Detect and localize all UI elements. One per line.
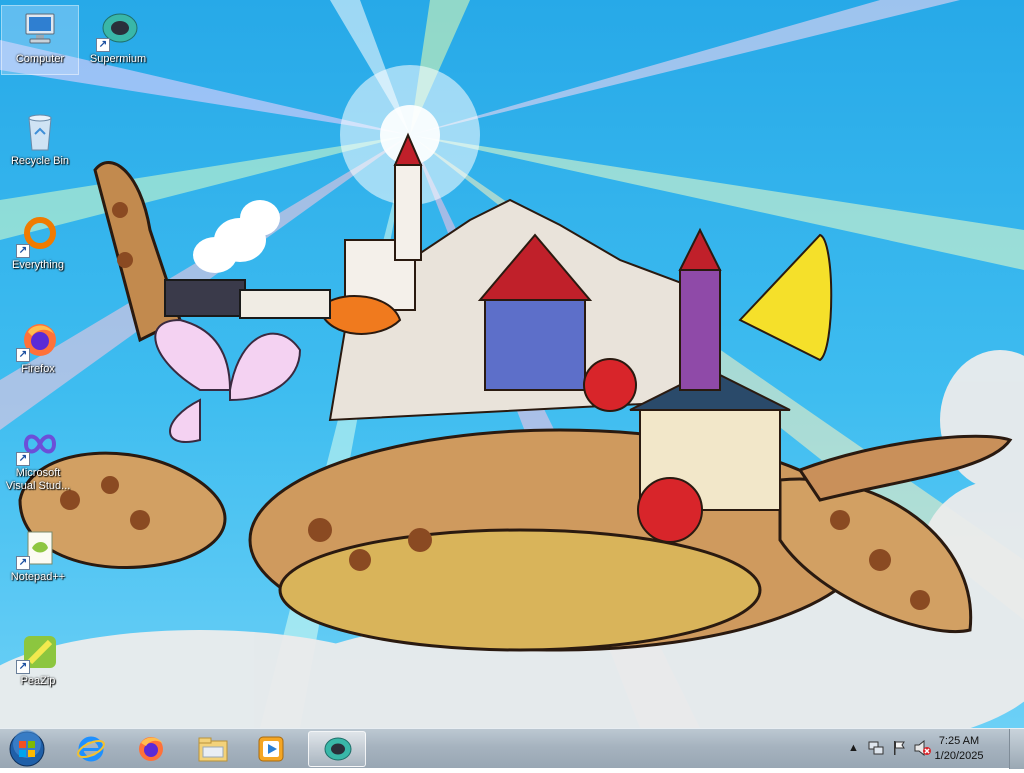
desktop-icon-firefox[interactable]: ↗ Firefox [0, 316, 76, 376]
clock-time: 7:25 AM [938, 735, 980, 747]
taskbar-media-player[interactable] [244, 731, 298, 767]
desktop-icon-label: Notepad++ [10, 571, 66, 583]
desktop-icon-visual-studio[interactable]: ↗ Microsoft Visual Stud... [0, 420, 76, 493]
desktop-icon-recycle-bin[interactable]: Recycle Bin [2, 108, 78, 168]
clock[interactable]: 7:25 AM 1/20/2025 [924, 734, 994, 764]
notification-area: ▲ 7:25 AM 1/20/2025 [834, 729, 1024, 769]
desktop-icon-everything[interactable]: ↗ Everything [0, 212, 76, 272]
recycle-bin-icon [20, 112, 60, 152]
taskbar-firefox[interactable] [124, 731, 178, 767]
shortcut-arrow-icon: ↗ [16, 556, 30, 570]
supermium-icon [324, 737, 352, 761]
desktop-icon-label: PeaZip [20, 675, 56, 687]
shortcut-arrow-icon: ↗ [96, 38, 110, 52]
show-hidden-icon[interactable]: ▲ [848, 742, 859, 754]
desktop-icon-label: Recycle Bin [10, 155, 70, 167]
desktop-wallpaper [0, 0, 1024, 728]
visual-studio-icon: ↗ [16, 424, 58, 466]
desktop-icon-label: Microsoft Visual Stud... [5, 467, 71, 492]
action-center-flag-icon[interactable] [892, 740, 906, 759]
desktop-icon-supermium[interactable]: ↗ Supermium [80, 6, 156, 66]
firefox-icon [139, 737, 163, 761]
taskbar: ▲ 7:25 AM 1/20/2025 [0, 728, 1024, 769]
shortcut-arrow-icon: ↗ [16, 660, 30, 674]
show-desktop-button[interactable] [1009, 729, 1024, 769]
shortcut-arrow-icon: ↗ [16, 452, 30, 466]
firefox-icon: ↗ [16, 320, 58, 362]
desktop-icon-computer[interactable]: Computer [1, 5, 79, 75]
internet-explorer-icon [77, 736, 105, 762]
wallpaper-illustration [0, 0, 1024, 728]
taskbar-supermium[interactable] [308, 731, 366, 767]
peazip-icon: ↗ [16, 632, 58, 674]
desktop-icon-peazip[interactable]: ↗ PeaZip [0, 628, 76, 688]
taskbar-internet-explorer[interactable] [64, 731, 118, 767]
supermium-icon: ↗ [96, 10, 138, 52]
shortcut-arrow-icon: ↗ [16, 348, 30, 362]
desktop-icon-label: Everything [12, 259, 64, 271]
shortcut-arrow-icon: ↗ [16, 244, 30, 258]
desktop-icon-label: Supermium [89, 53, 147, 65]
media-player-icon [258, 736, 284, 762]
clock-date: 1/20/2025 [934, 750, 984, 762]
taskbar-windows-explorer[interactable] [186, 731, 240, 767]
notepadpp-icon: ↗ [16, 528, 58, 570]
folder-icon [198, 737, 228, 762]
desktop-icon-label: Computer [15, 53, 65, 65]
desktop-icon-label: Firefox [21, 363, 55, 375]
network-icon[interactable] [868, 740, 884, 759]
windows-logo-icon [9, 730, 45, 767]
everything-icon: ↗ [16, 216, 58, 258]
start-button[interactable] [6, 730, 48, 768]
computer-icon [20, 10, 60, 50]
desktop-icon-notepadpp[interactable]: ↗ Notepad++ [0, 524, 76, 584]
